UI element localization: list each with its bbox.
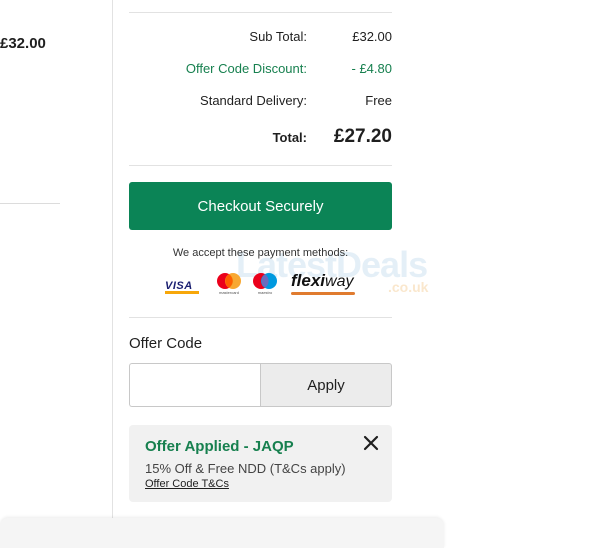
total-value: £27.20: [333, 126, 392, 147]
offer-code-input[interactable]: [129, 363, 260, 407]
subtotal-label: Sub Total:: [249, 29, 307, 44]
close-icon[interactable]: [362, 434, 380, 452]
flexiway-label-part2: way: [325, 273, 354, 290]
delivery-label: Standard Delivery:: [200, 93, 307, 108]
flexiway-icon: flexiway: [291, 271, 355, 295]
delivery-row: Standard Delivery: Free: [129, 93, 392, 113]
mastercard-icon: mastercard: [214, 271, 244, 295]
offer-applied-title: Offer Applied - JAQP: [145, 438, 294, 455]
divider: [0, 203, 60, 204]
discount-label: Offer Code Discount:: [185, 61, 307, 76]
discount-value: - £4.80: [351, 61, 392, 76]
offer-code-title: Offer Code: [129, 335, 203, 352]
flexiway-label-part1: flexi: [291, 271, 326, 290]
offer-terms-link[interactable]: Offer Code T&Cs: [145, 478, 229, 490]
delivery-value: Free: [365, 93, 392, 108]
maestro-icon: maestro: [250, 271, 280, 295]
divider: [129, 317, 392, 318]
offer-applied-description: 15% Off & Free NDD (T&Cs apply): [145, 461, 346, 476]
total-label: Total:: [272, 130, 307, 145]
bottom-panel: [0, 518, 444, 548]
watermark-domain: .co.uk: [388, 279, 429, 295]
divider: [129, 12, 392, 13]
discount-row: Offer Code Discount: - £4.80: [129, 61, 392, 81]
subtotal-value: £32.00: [352, 29, 392, 44]
maestro-label: maestro: [258, 290, 273, 295]
visa-icon: VISA: [165, 276, 199, 294]
subtotal-row: Sub Total: £32.00: [129, 29, 392, 49]
total-row: Total: £27.20: [129, 125, 392, 147]
checkout-button[interactable]: Checkout Securely: [129, 182, 392, 230]
payment-methods-text: We accept these payment methods:: [172, 247, 349, 259]
column-divider: [112, 0, 113, 520]
item-price: £32.00: [0, 35, 46, 52]
offer-applied-card: Offer Applied - JAQP 15% Off & Free NDD …: [129, 425, 392, 502]
mastercard-label: mastercard: [219, 290, 239, 295]
apply-button[interactable]: Apply: [260, 363, 392, 407]
divider: [129, 165, 392, 166]
